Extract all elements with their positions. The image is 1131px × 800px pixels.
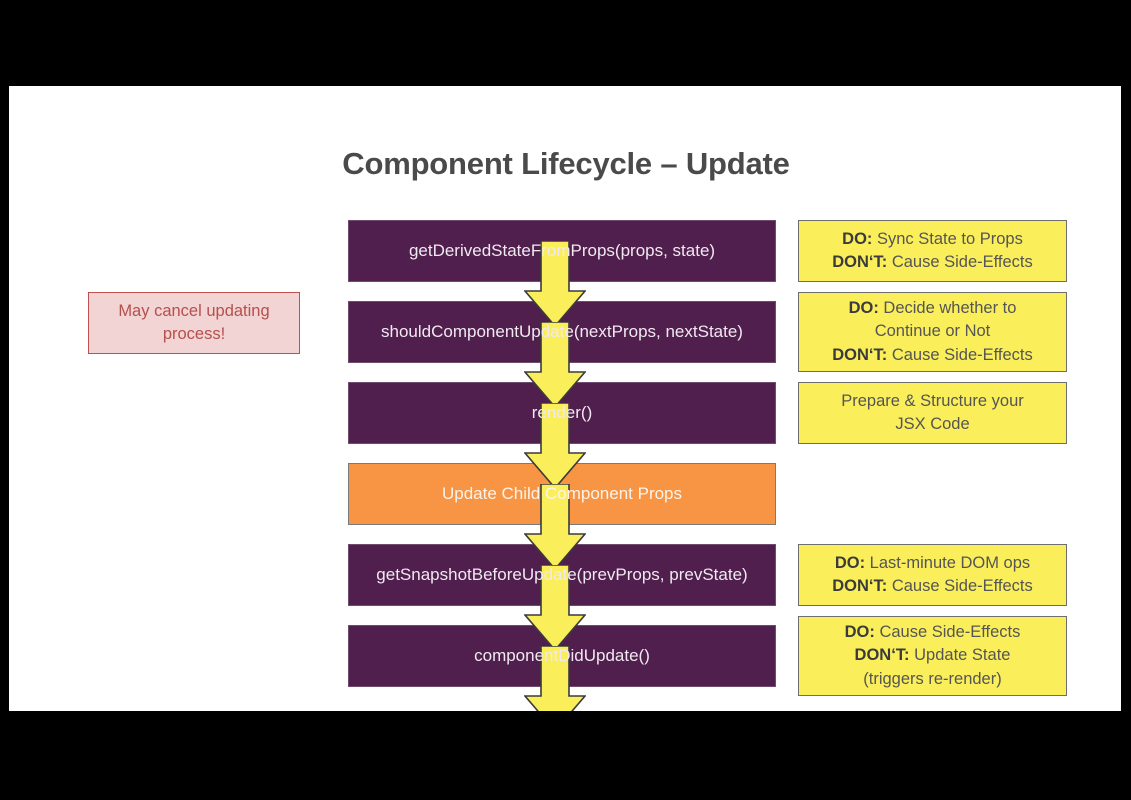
lifecycle-step-label: render() [531, 402, 593, 422]
note-box-text: DO: Sync State to Props DON‘T: Cause Side… [832, 229, 1033, 271]
lifecycle-step-component-did-update: componentDidUpdate() [348, 625, 776, 687]
note-box-get-snapshot-before-update: DO: Last-minute DOM ops DON‘T: Cause Side… [798, 544, 1067, 606]
lifecycle-step-get-snapshot-before-update: getSnapshotBeforeUpdate(prevProps, prevS… [348, 544, 776, 606]
lifecycle-step-label: getDerivedStateFromProps(props, state) [408, 240, 716, 260]
page-title: Component Lifecycle – Update [342, 146, 790, 181]
lifecycle-step-label: shouldComponentUpdate(nextProps, nextSta… [381, 321, 743, 341]
lifecycle-step-render: render() [348, 382, 776, 444]
note-box-text: Prepare & Structure your JSX Code [841, 391, 1024, 433]
lifecycle-step-label: componentDidUpdate() [474, 645, 650, 665]
cancel-updating-note-label: May cancel updating process! [118, 301, 270, 343]
lifecycle-step-get-derived-state-from-props: getDerivedStateFromProps(props, state) [348, 220, 776, 282]
note-box-text: DO: Decide whether to Continue or Not DON‘… [832, 298, 1033, 364]
note-box-component-did-update: DO: Cause Side-Effects DON‘T: Update Stat… [798, 616, 1067, 696]
note-box-text: DO: Last-minute DOM ops DON‘T: Cause Side… [832, 553, 1033, 595]
note-box-should-component-update: DO: Decide whether to Continue or Not DON‘… [798, 292, 1067, 372]
lifecycle-step-update-child-component-props: Update Child Component Props [348, 463, 776, 525]
cancel-updating-note: May cancel updating process! [88, 292, 300, 354]
lifecycle-step-should-component-update: shouldComponentUpdate(nextProps, nextSta… [348, 301, 776, 363]
note-box-get-derived-state-from-props: DO: Sync State to Props DON‘T: Cause Side… [798, 220, 1067, 282]
note-box-render: Prepare & Structure your JSX Code [798, 382, 1067, 444]
note-box-text: DO: Cause Side-Effects DON‘T: Update Stat… [844, 622, 1021, 688]
slide-canvas: Component Lifecycle – Update May cancel … [8, 85, 1122, 712]
lifecycle-step-label: getSnapshotBeforeUpdate(prevProps, prevS… [376, 564, 748, 584]
lifecycle-step-label: Update Child Component Props [441, 483, 683, 503]
